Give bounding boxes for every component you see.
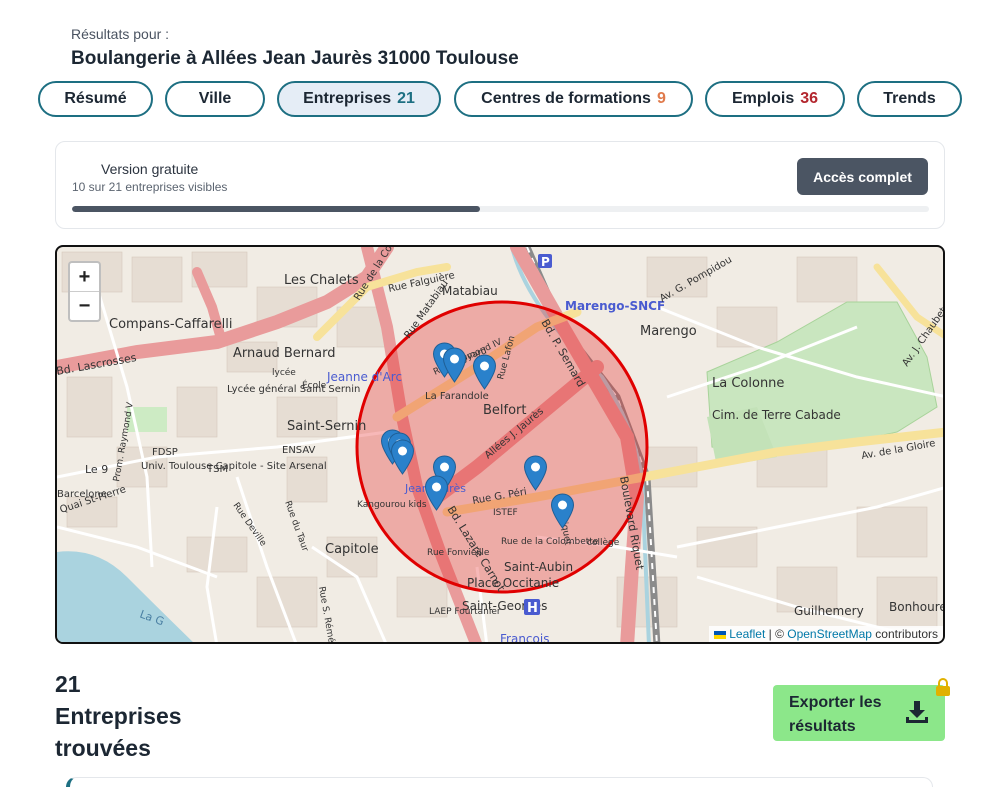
lock-icon [936,678,950,696]
map-label: Les Chalets [284,273,359,288]
map-label: Arnaud Bernard [233,346,335,361]
svg-text:H: H [527,601,538,616]
map-label: Cim. de Terre Cabade [712,408,841,422]
page-title: Boulangerie à Allées Jean Jaurès 31000 T… [71,48,519,69]
map-label: Marengo [640,324,697,339]
leaflet-link[interactable]: Leaflet [729,627,765,641]
map-label: Jeanne d'Arc [326,370,402,384]
map-label: Kangourou kids [357,500,427,510]
results-count-heading: 21 Entreprises trouvées [55,668,182,764]
map-label: Rue du Taur [282,500,310,554]
tab-label: Trends [883,90,936,107]
map-label: Belfort [483,403,527,418]
map-label: Saint-Aubin [504,560,573,574]
map-label: Matabiau [442,284,498,298]
attribution-separator: | © [765,627,788,641]
tab-resume[interactable]: Résumé [38,81,153,117]
map-label: collège [587,537,620,548]
attribution-suffix: contributors [871,627,938,641]
svg-text:P: P [541,255,550,269]
map-label: Bonhoure [889,600,945,614]
zoom-out-button[interactable]: − [70,292,99,320]
tab-entreprises[interactable]: Entreprises 21 [277,81,441,117]
map-attribution: Leaflet | © OpenStreetMap contributors [709,626,943,642]
tab-label: Centres de formations [481,90,651,107]
plan-visible-count: 10 sur 21 entreprises visibles [72,180,228,194]
map-label: François [500,632,549,644]
tab-emplois[interactable]: Emplois 36 [705,81,845,117]
ukraine-flag-icon [714,630,727,639]
zoom-in-button[interactable]: + [70,263,99,292]
tab-label: Entreprises [303,90,392,107]
progress-fill [72,206,480,212]
plan-title: Version gratuite [101,161,199,177]
map-label: ISTEF [493,508,518,518]
map-label: Saint-Sernin [287,419,366,434]
map-tiles: Les Chalets Matabiau Compans-Caffarelli … [57,247,945,644]
free-plan-card: Version gratuite 10 sur 21 entreprises v… [55,141,945,229]
results-label-line2: trouvées [55,735,151,761]
osm-link[interactable]: OpenStreetMap [787,627,872,641]
map-label: Rue Fonvieille [427,548,490,558]
tab-label: Emplois [731,90,795,107]
map-label: Le 9 [85,463,108,476]
map-label: Place Occitanie [467,576,559,590]
map-label: LAEP Fourtanier [429,607,501,617]
tab-count-badge: 21 [397,90,415,107]
tab-count-badge: 36 [800,90,819,107]
map-marker-icon[interactable] [472,354,497,390]
download-icon [906,701,928,723]
map-label: ENSAV [282,445,316,456]
tab-ville[interactable]: Ville [165,81,265,117]
zoom-control: + − [68,261,101,322]
map-label: Capitole [325,542,379,557]
results-label-line1: Entreprises [55,703,182,729]
export-results-button[interactable]: Exporter les résultats [773,685,945,741]
tab-label: Ville [198,90,232,107]
map-marker-icon[interactable] [523,455,548,491]
map-marker-icon[interactable] [390,439,415,475]
map-label: Lycée général Saint Sernin [227,383,360,395]
map-label: École [302,379,327,391]
map-label: Rue S. Rémésy [316,586,339,644]
tab-count-badge: 9 [656,90,666,107]
export-label: Exporter les résultats [789,694,882,735]
tab-centres-formations[interactable]: Centres de formations 9 [454,81,693,117]
map-view[interactable]: Les Chalets Matabiau Compans-Caffarelli … [55,245,945,644]
map-label: FDSP [152,447,178,458]
map-label: La Colonne [712,376,784,391]
map-label: lycée [272,367,296,378]
tab-trends[interactable]: Trends [857,81,962,117]
map-label: Guilhemery [794,604,864,618]
map-label: Marengo-SNCF [565,299,665,313]
map-label: Univ. Toulouse Capitole - Site Arsenal [141,461,327,472]
map-label: La Farandole [425,391,489,402]
map-marker-icon[interactable] [550,493,575,529]
map-marker-icon[interactable] [442,347,467,383]
tab-label: Résumé [64,90,127,107]
map-label: Barcelone [57,489,107,500]
results-count: 21 [55,671,81,697]
map-label: TSM [206,464,228,475]
company-list-card [66,777,933,787]
map-label: Rue de la Colombette [501,537,599,547]
map-marker-icon[interactable] [424,475,449,511]
results-label: Résultats pour : [71,26,170,42]
visibility-progress-bar [72,206,929,212]
tab-bar: Résumé Ville Entreprises 21 Centres de f… [0,81,997,117]
full-access-button[interactable]: Accès complet [797,158,928,195]
map-label: Compans-Caffarelli [109,317,232,332]
